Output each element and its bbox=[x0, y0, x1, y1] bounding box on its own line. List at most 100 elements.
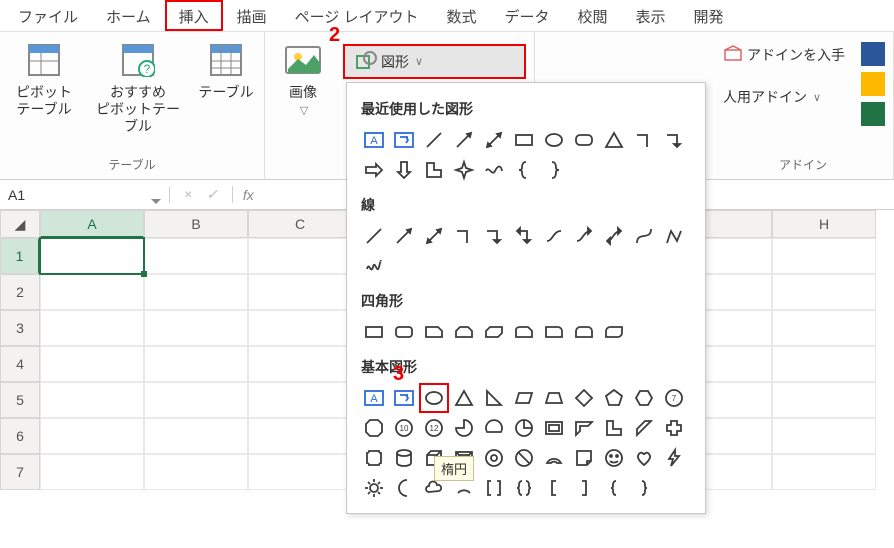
shape-line[interactable] bbox=[359, 221, 389, 251]
cell[interactable] bbox=[248, 418, 352, 454]
shape-oval[interactable] bbox=[539, 125, 569, 155]
shape-lightning[interactable] bbox=[659, 443, 689, 473]
cell[interactable] bbox=[248, 346, 352, 382]
shape-elbow[interactable] bbox=[629, 125, 659, 155]
shape-smiley[interactable] bbox=[599, 443, 629, 473]
shape-freeform[interactable] bbox=[659, 221, 689, 251]
shape-teardrop[interactable] bbox=[509, 413, 539, 443]
shape-brace-left[interactable] bbox=[509, 155, 539, 185]
row-header-4[interactable]: 4 bbox=[0, 346, 40, 382]
shape-bracket-pair[interactable] bbox=[479, 473, 509, 503]
shape-brace-left[interactable] bbox=[599, 473, 629, 503]
shape-heart[interactable] bbox=[629, 443, 659, 473]
row-header-1[interactable]: 1 bbox=[0, 238, 40, 274]
shape-elbow-arrow[interactable] bbox=[659, 125, 689, 155]
tab-file[interactable]: ファイル bbox=[4, 0, 92, 31]
shape-double-arrow-line[interactable] bbox=[479, 125, 509, 155]
col-header-c[interactable]: C bbox=[248, 210, 352, 238]
cell[interactable] bbox=[40, 346, 144, 382]
cancel-icon[interactable]: × bbox=[184, 186, 192, 203]
shape-plaque[interactable] bbox=[359, 443, 389, 473]
cell[interactable] bbox=[248, 310, 352, 346]
cell[interactable] bbox=[248, 274, 352, 310]
shape-curve[interactable] bbox=[629, 221, 659, 251]
cell[interactable] bbox=[772, 454, 876, 490]
col-header-h[interactable]: H bbox=[772, 210, 876, 238]
shape-scribble[interactable] bbox=[359, 251, 389, 281]
shape-diamond[interactable] bbox=[569, 383, 599, 413]
shape-snip2-same[interactable] bbox=[449, 317, 479, 347]
shape-round2-diag[interactable] bbox=[599, 317, 629, 347]
shape-round1[interactable] bbox=[539, 317, 569, 347]
row-header-3[interactable]: 3 bbox=[0, 310, 40, 346]
shape-pie[interactable] bbox=[449, 413, 479, 443]
cell[interactable] bbox=[144, 274, 248, 310]
shape-curve-double[interactable] bbox=[599, 221, 629, 251]
row-header-5[interactable]: 5 bbox=[0, 382, 40, 418]
shape-sun[interactable] bbox=[359, 473, 389, 503]
my-addins-button[interactable]: 人用アドイン ∨ bbox=[721, 83, 847, 111]
shape-star4[interactable] bbox=[449, 155, 479, 185]
shapes-button[interactable]: 2 図形 ∨ bbox=[343, 44, 526, 79]
shape-elbow-conn[interactable] bbox=[449, 221, 479, 251]
recommended-pivot-button[interactable]: ? おすすめ ピボットテーブル bbox=[90, 40, 186, 134]
row-header-7[interactable]: 7 bbox=[0, 454, 40, 490]
shape-hexagon[interactable] bbox=[629, 383, 659, 413]
tab-review[interactable]: 校閲 bbox=[564, 0, 622, 31]
cell[interactable] bbox=[40, 382, 144, 418]
shape-triangle[interactable] bbox=[449, 383, 479, 413]
shape-bracket-right[interactable] bbox=[569, 473, 599, 503]
bing-tile-icon[interactable] bbox=[861, 72, 885, 96]
shape-trapezoid[interactable] bbox=[539, 383, 569, 413]
shape-line[interactable] bbox=[419, 125, 449, 155]
shape-corner[interactable] bbox=[419, 155, 449, 185]
shape-snipround[interactable] bbox=[509, 317, 539, 347]
shape-parallelogram[interactable] bbox=[509, 383, 539, 413]
shape-arrow-down[interactable] bbox=[389, 155, 419, 185]
select-all-corner[interactable]: ◢ bbox=[0, 210, 40, 238]
tab-dev[interactable]: 開発 bbox=[680, 0, 738, 31]
shape-rtriangle[interactable] bbox=[479, 383, 509, 413]
shape-triangle[interactable] bbox=[599, 125, 629, 155]
cell[interactable] bbox=[772, 418, 876, 454]
shape-textbox[interactable]: A bbox=[359, 125, 389, 155]
cell[interactable] bbox=[40, 454, 144, 490]
shape-curve-conn[interactable] bbox=[539, 221, 569, 251]
shape-round2-same[interactable] bbox=[569, 317, 599, 347]
cell[interactable] bbox=[144, 310, 248, 346]
visio-tile-icon[interactable] bbox=[861, 42, 885, 66]
shape-vert-textbox[interactable] bbox=[389, 125, 419, 155]
shape-line-arrow[interactable] bbox=[389, 221, 419, 251]
name-box[interactable]: A1 bbox=[0, 187, 170, 203]
cell[interactable] bbox=[144, 238, 248, 274]
shape-textbox[interactable]: A bbox=[359, 383, 389, 413]
shape-pentagon[interactable] bbox=[599, 383, 629, 413]
shape-moon[interactable] bbox=[389, 473, 419, 503]
shape-donut[interactable] bbox=[479, 443, 509, 473]
fx-label[interactable]: fx bbox=[233, 187, 264, 203]
tab-data[interactable]: データ bbox=[491, 0, 564, 31]
shape-curve-arrow[interactable] bbox=[569, 221, 599, 251]
shape-oval[interactable] bbox=[419, 383, 449, 413]
cell[interactable] bbox=[40, 310, 144, 346]
shape-dodecagon[interactable]: 12 bbox=[419, 413, 449, 443]
cell[interactable] bbox=[144, 346, 248, 382]
shape-line-double[interactable] bbox=[419, 221, 449, 251]
cell[interactable] bbox=[772, 346, 876, 382]
shape-round-rect[interactable] bbox=[569, 125, 599, 155]
shape-halfframe[interactable] bbox=[569, 413, 599, 443]
shape-frame[interactable] bbox=[539, 413, 569, 443]
shape-heptagon[interactable]: 7 bbox=[659, 383, 689, 413]
shape-elbow-arrow[interactable] bbox=[479, 221, 509, 251]
images-button[interactable]: 画像▽ bbox=[273, 40, 333, 118]
shape-snip1[interactable] bbox=[419, 317, 449, 347]
cell[interactable] bbox=[772, 238, 876, 274]
shape-brace-pair[interactable] bbox=[509, 473, 539, 503]
shape-noentry[interactable] bbox=[509, 443, 539, 473]
row-header-6[interactable]: 6 bbox=[0, 418, 40, 454]
shape-can[interactable] bbox=[389, 443, 419, 473]
cell[interactable] bbox=[40, 274, 144, 310]
shape-brace-right[interactable] bbox=[629, 473, 659, 503]
shape-arrow-line[interactable] bbox=[449, 125, 479, 155]
cell[interactable] bbox=[248, 382, 352, 418]
